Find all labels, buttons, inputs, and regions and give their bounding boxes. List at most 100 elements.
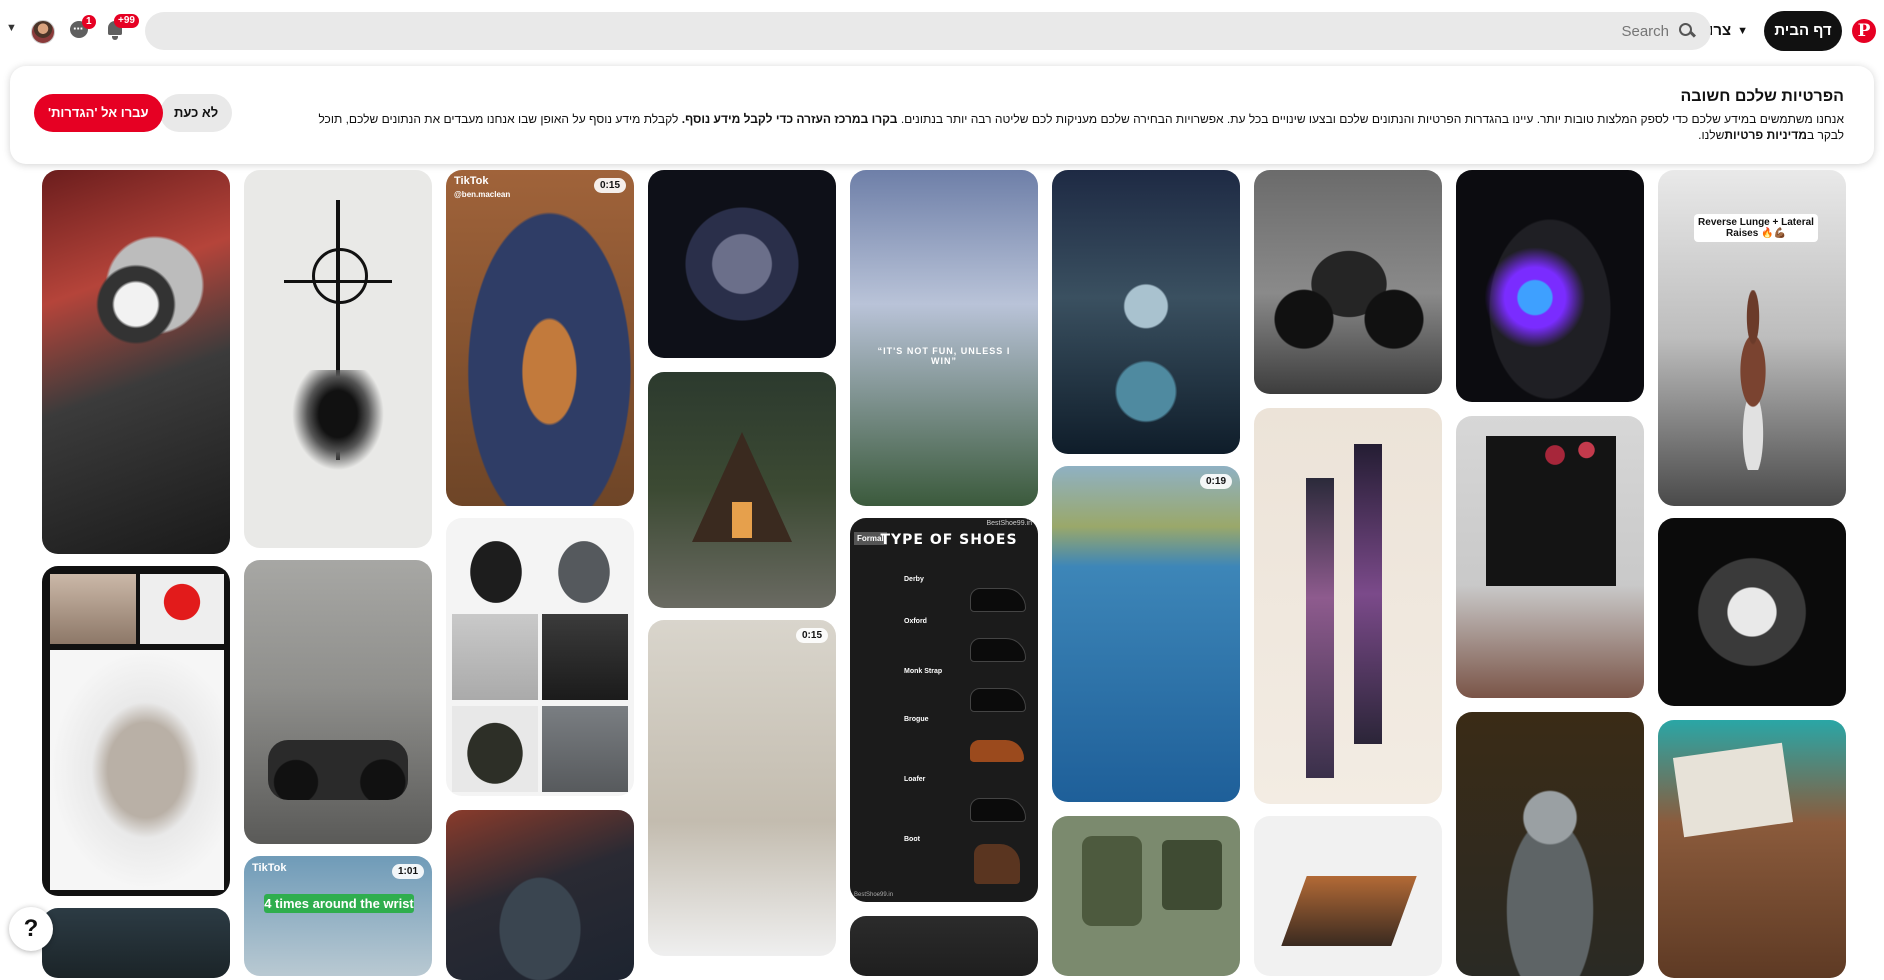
- olive-shirt-thumb: [1162, 840, 1222, 910]
- shoes-brand: BestShoe99.in: [986, 520, 1032, 527]
- tiktok-label: TikTok: [454, 175, 489, 187]
- privacy-banner: הפרטיות שלכם חשובה אנחנו משתמשים במידע ש…: [10, 66, 1874, 164]
- bookmark-right: [1354, 444, 1382, 744]
- shoe-type-label: Derby: [904, 576, 924, 583]
- video-duration: 0:15: [593, 178, 626, 193]
- motorcycle-shape: [1274, 240, 1424, 350]
- anime-quote-text: “IT'S NOT FUN, UNLESS I WIN”: [877, 346, 1011, 366]
- workout-title: Reverse Lunge + Lateral Raises 🔥💪🏾: [1694, 214, 1818, 242]
- bell-icon-clapper: [112, 36, 118, 40]
- wings-ink-art: [284, 370, 392, 480]
- black-coat-thumb: [456, 524, 536, 604]
- green-jacket-thumb: [1082, 836, 1142, 926]
- shoe-image-loafer: [970, 798, 1026, 822]
- pin-mens-jackets-grid[interactable]: [446, 518, 634, 796]
- grey-blazer-thumb: [542, 706, 628, 792]
- red-silhouette-thumb: [140, 574, 224, 644]
- not-now-button[interactable]: לא כעת: [160, 94, 233, 132]
- pin-red-hair-manga[interactable]: [42, 170, 230, 554]
- pin-motorcycle-garage[interactable]: [244, 560, 432, 844]
- video-duration: 0:15: [795, 628, 828, 643]
- pin-black-motorcycle[interactable]: [1254, 170, 1442, 394]
- video-duration: 1:01: [391, 864, 424, 879]
- rose-cluster-decor: [1528, 430, 1618, 480]
- messages-button[interactable]: 1: [68, 15, 96, 44]
- pin-galaxy-hoodie[interactable]: [1456, 170, 1644, 402]
- pin-anime-boy-dark[interactable]: [1456, 712, 1644, 976]
- dispersion-portrait-art: [50, 650, 224, 890]
- pin-architecture-sketch[interactable]: [1254, 816, 1442, 976]
- cabin-window-light: [732, 502, 752, 538]
- tiktok-label: TikTok: [252, 862, 287, 874]
- motorcycle-shape: [268, 740, 408, 800]
- pin-reverse-lunge-workout[interactable]: Reverse Lunge + Lateral Raises 🔥💪🏾: [1658, 170, 1846, 506]
- pin-dispersion-portrait[interactable]: [42, 566, 230, 896]
- pin-alligator-room[interactable]: [1658, 720, 1846, 978]
- create-label: צרו: [1708, 22, 1732, 39]
- shoe-type-label: Loafer: [904, 776, 926, 783]
- help-button[interactable]: ?: [9, 907, 53, 951]
- top-navigation-bar: P דף הבית צרו ▼ +99 1 ▼: [0, 0, 1884, 62]
- avatar[interactable]: [31, 20, 55, 44]
- house-sketch-shape: [1281, 876, 1417, 946]
- account-menu-chevron-icon[interactable]: ▼: [6, 22, 17, 34]
- messages-badge: 1: [82, 15, 96, 29]
- athlete-figure: [1718, 290, 1788, 470]
- pin-river-umbrella-video[interactable]: 0:19: [1052, 466, 1240, 802]
- shoe-image-boot: [974, 844, 1020, 884]
- shoes-footer: BestShoe99.in: [854, 892, 894, 898]
- video-caption: 4 times around the wrist: [264, 894, 414, 913]
- shoe-type-label: Monk Strap: [904, 668, 943, 675]
- privacy-policy-link[interactable]: מדיניות פרטיות: [1724, 128, 1807, 142]
- pin-dark-landscape[interactable]: [42, 908, 230, 978]
- pin-moon-mountain-lake[interactable]: [1052, 170, 1240, 454]
- shoe-type-label: Boot: [904, 836, 920, 843]
- shoes-title: TYPE OF SHOES: [880, 532, 1018, 548]
- search-bar[interactable]: [145, 12, 1711, 50]
- pin-cherry-blossom-bookmarks[interactable]: [1254, 408, 1442, 804]
- shoe-image-derby: [970, 588, 1026, 612]
- notebook-paper-shape: [1672, 742, 1794, 838]
- pinterest-logo-icon[interactable]: P: [1852, 19, 1876, 43]
- chevron-down-icon: ▼: [1737, 25, 1748, 37]
- banner-title: הפרטיות שלכם חשובה: [1680, 88, 1844, 105]
- pin-cross-tattoo-drawing[interactable]: [244, 170, 432, 548]
- search-input[interactable]: [1367, 21, 1671, 41]
- shoe-image-monk: [970, 688, 1026, 712]
- banner-text: אנחנו משתמשים במידע שלכם כדי לספק המלצות…: [294, 111, 1844, 143]
- circle-line-art: [312, 248, 368, 304]
- pin-rose-wall-decor[interactable]: [1456, 416, 1644, 698]
- go-to-settings-button[interactable]: עברו אל 'הגדרות': [34, 94, 163, 132]
- create-menu-button[interactable]: צרו ▼: [1709, 11, 1748, 51]
- search-icon: [1679, 23, 1695, 39]
- grey-coat-thumb: [544, 524, 624, 604]
- pin-type-of-shoes-infographic[interactable]: Formal BestShoe99.in TYPE OF SHOES Derby…: [850, 518, 1038, 902]
- portrait-photo-thumb: [50, 574, 136, 644]
- bookmark-left: [1306, 478, 1334, 778]
- pin-a-frame-cabin[interactable]: [648, 372, 836, 608]
- help-center-link[interactable]: בקרו במרכז העזרה כדי לקבל מידע נוסף.: [682, 112, 898, 126]
- banner-text-part: אנחנו משתמשים במידע שלכם כדי לספק המלצות…: [897, 112, 1844, 126]
- vest-thumb: [452, 614, 538, 700]
- pin-shoelace-video[interactable]: 0:15: [648, 620, 836, 956]
- black-jacket-thumb: [542, 614, 628, 700]
- banner-text-part: שלנו.: [1698, 128, 1725, 142]
- shoe-image-brogue: [970, 740, 1024, 762]
- pin-yin-yang-galaxy[interactable]: [648, 170, 836, 358]
- pin-geometric-dark[interactable]: [850, 916, 1038, 976]
- pin-anime-fist-stadium[interactable]: “IT'S NOT FUN, UNLESS I WIN”: [850, 170, 1038, 506]
- olive-jacket-thumb: [452, 706, 538, 792]
- pin-green-outfit[interactable]: [1052, 816, 1240, 976]
- pin-ninja-anime[interactable]: [446, 810, 634, 980]
- notifications-badge: +99: [114, 14, 139, 28]
- home-button[interactable]: דף הבית: [1764, 11, 1842, 51]
- notifications-button[interactable]: +99: [104, 14, 139, 44]
- pin-autumn-leaves-umbrella[interactable]: 0:15 TikTok @ben.maclean: [446, 170, 634, 506]
- video-duration: 0:19: [1199, 474, 1232, 489]
- tiktok-handle: @ben.maclean: [454, 190, 511, 199]
- pin-yin-yang-cosmic[interactable]: [1658, 518, 1846, 706]
- shoe-type-label: Oxford: [904, 618, 927, 625]
- pin-tiktok-wrist-video[interactable]: 1:01 TikTok 4 times around the wrist: [244, 856, 432, 976]
- shoe-type-label: Brogue: [904, 716, 929, 723]
- shoe-image-oxford: [970, 638, 1026, 662]
